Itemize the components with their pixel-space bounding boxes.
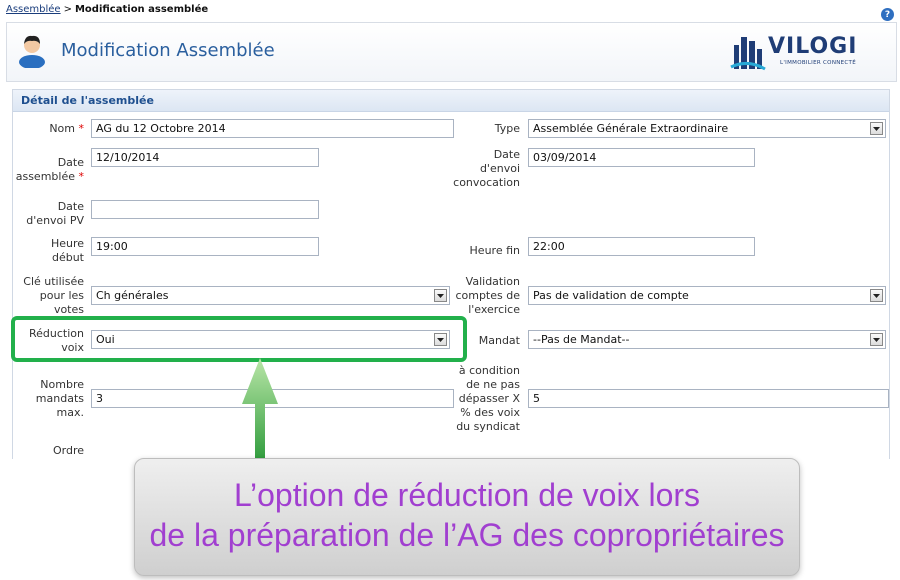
- ordre-label: Ordre: [52, 444, 84, 457]
- vilogi-logo: VILOGI L'IMMOBILIER CONNECTÉ: [730, 31, 870, 75]
- condition-label-line2: de ne pas: [466, 378, 520, 391]
- nom-label: Nom *: [20, 122, 84, 136]
- breadcrumb-separator: >: [63, 4, 72, 15]
- required-marker: *: [78, 170, 85, 183]
- user-avatar-icon: [19, 35, 45, 68]
- date-pv-label: Date d'envoi PV: [14, 200, 84, 228]
- date-convocation-input[interactable]: 03/09/2014: [528, 148, 755, 167]
- heure-debut-label-line2: début: [51, 251, 84, 264]
- chevron-down-icon: [870, 122, 883, 135]
- breadcrumb-link-assemblee[interactable]: Assemblée: [6, 4, 61, 15]
- date-convocation-label-line2: d'envoi: [479, 162, 520, 175]
- type-select[interactable]: Assemblée Générale Extraordinaire: [528, 119, 886, 138]
- condition-label-line1: à condition: [458, 364, 520, 377]
- date-convocation-label-line3: convocation: [453, 176, 520, 189]
- required-marker: *: [78, 122, 85, 135]
- highlight-frame: [11, 316, 467, 362]
- page-title: Modification Assemblée: [61, 40, 275, 61]
- validation-label-line3: l'exercice: [468, 303, 520, 316]
- help-icon[interactable]: ?: [881, 8, 894, 21]
- heure-fin-label: Heure fin: [469, 244, 520, 257]
- condition-label-line5: du syndicat: [456, 420, 520, 433]
- condition-input[interactable]: 5: [528, 389, 889, 408]
- validation-label: Validation comptes de l'exercice: [440, 275, 520, 317]
- heure-debut-input[interactable]: 19:00: [91, 237, 319, 256]
- cle-label-line2: pour les: [39, 289, 84, 302]
- condition-label-line4: % des voix: [460, 406, 520, 419]
- date-assemblee-label-line2: assemblée: [15, 170, 75, 183]
- heure-debut-label-line1: Heure: [50, 237, 84, 250]
- date-assemblee-input[interactable]: 12/10/2014: [91, 148, 319, 167]
- validation-select[interactable]: Pas de validation de compte: [528, 286, 886, 305]
- chevron-down-icon: [870, 333, 883, 346]
- nombre-mandats-label-line3: max.: [56, 406, 84, 419]
- cle-select-value: Ch générales: [96, 289, 169, 302]
- panel-title: Détail de l'assemblée: [13, 90, 889, 112]
- caption-box: L’option de réduction de voix lors de la…: [134, 458, 800, 576]
- breadcrumb-current: Modification assemblée: [74, 4, 209, 15]
- cle-label-line1: Clé utilisée: [23, 275, 84, 288]
- validation-select-value: Pas de validation de compte: [533, 289, 689, 302]
- page-header: Modification Assemblée VILOGI L'IMMOBILI…: [6, 22, 897, 82]
- date-pv-label-line1: Date: [57, 200, 84, 213]
- mandat-select[interactable]: --Pas de Mandat--: [528, 330, 886, 349]
- date-pv-input[interactable]: [91, 200, 319, 219]
- validation-label-line1: Validation: [465, 275, 520, 288]
- heure-debut-label: Heure début: [14, 237, 84, 265]
- validation-label-line2: comptes de: [455, 289, 520, 302]
- logo-tagline: L'IMMOBILIER CONNECTÉ: [780, 60, 856, 66]
- date-assemblee-label: Date assemblée *: [14, 156, 84, 184]
- nombre-mandats-label: Nombre mandats max.: [14, 378, 84, 420]
- arrow-up-icon: [242, 358, 278, 464]
- condition-label-line3: dépasser X: [458, 392, 520, 405]
- caption-line1: L’option de réduction de voix lors: [233, 477, 701, 513]
- nombre-mandats-label-line1: Nombre: [40, 378, 84, 391]
- chevron-down-icon: [870, 289, 883, 302]
- type-select-value: Assemblée Générale Extraordinaire: [533, 122, 729, 135]
- nombre-mandats-label-line2: mandats: [35, 392, 84, 405]
- cle-label-line3: votes: [53, 303, 84, 315]
- buildings-logo-icon: [730, 37, 766, 71]
- logo-brand: VILOGI: [768, 34, 858, 59]
- heure-fin-input[interactable]: 22:00: [528, 237, 755, 256]
- cle-select[interactable]: Ch générales: [91, 286, 450, 305]
- caption-line2: de la préparation de l’AG des copropriét…: [149, 517, 785, 553]
- date-convocation-label: Date d'envoi convocation: [440, 148, 520, 190]
- date-pv-label-line2: d'envoi PV: [26, 214, 84, 227]
- date-assemblee-label-line1: Date: [57, 156, 84, 169]
- cle-label: Clé utilisée pour les votes: [14, 275, 84, 315]
- date-convocation-label-line1: Date: [493, 148, 520, 161]
- breadcrumb: Assemblée > Modification assemblée: [6, 4, 208, 15]
- nom-label-text: Nom: [49, 122, 75, 135]
- type-label: Type: [494, 122, 520, 135]
- nom-input[interactable]: AG du 12 Octobre 2014: [91, 119, 454, 138]
- condition-label: à condition de ne pas dépasser X% des voix…: [440, 364, 520, 434]
- mandat-select-value: --Pas de Mandat--: [533, 333, 630, 346]
